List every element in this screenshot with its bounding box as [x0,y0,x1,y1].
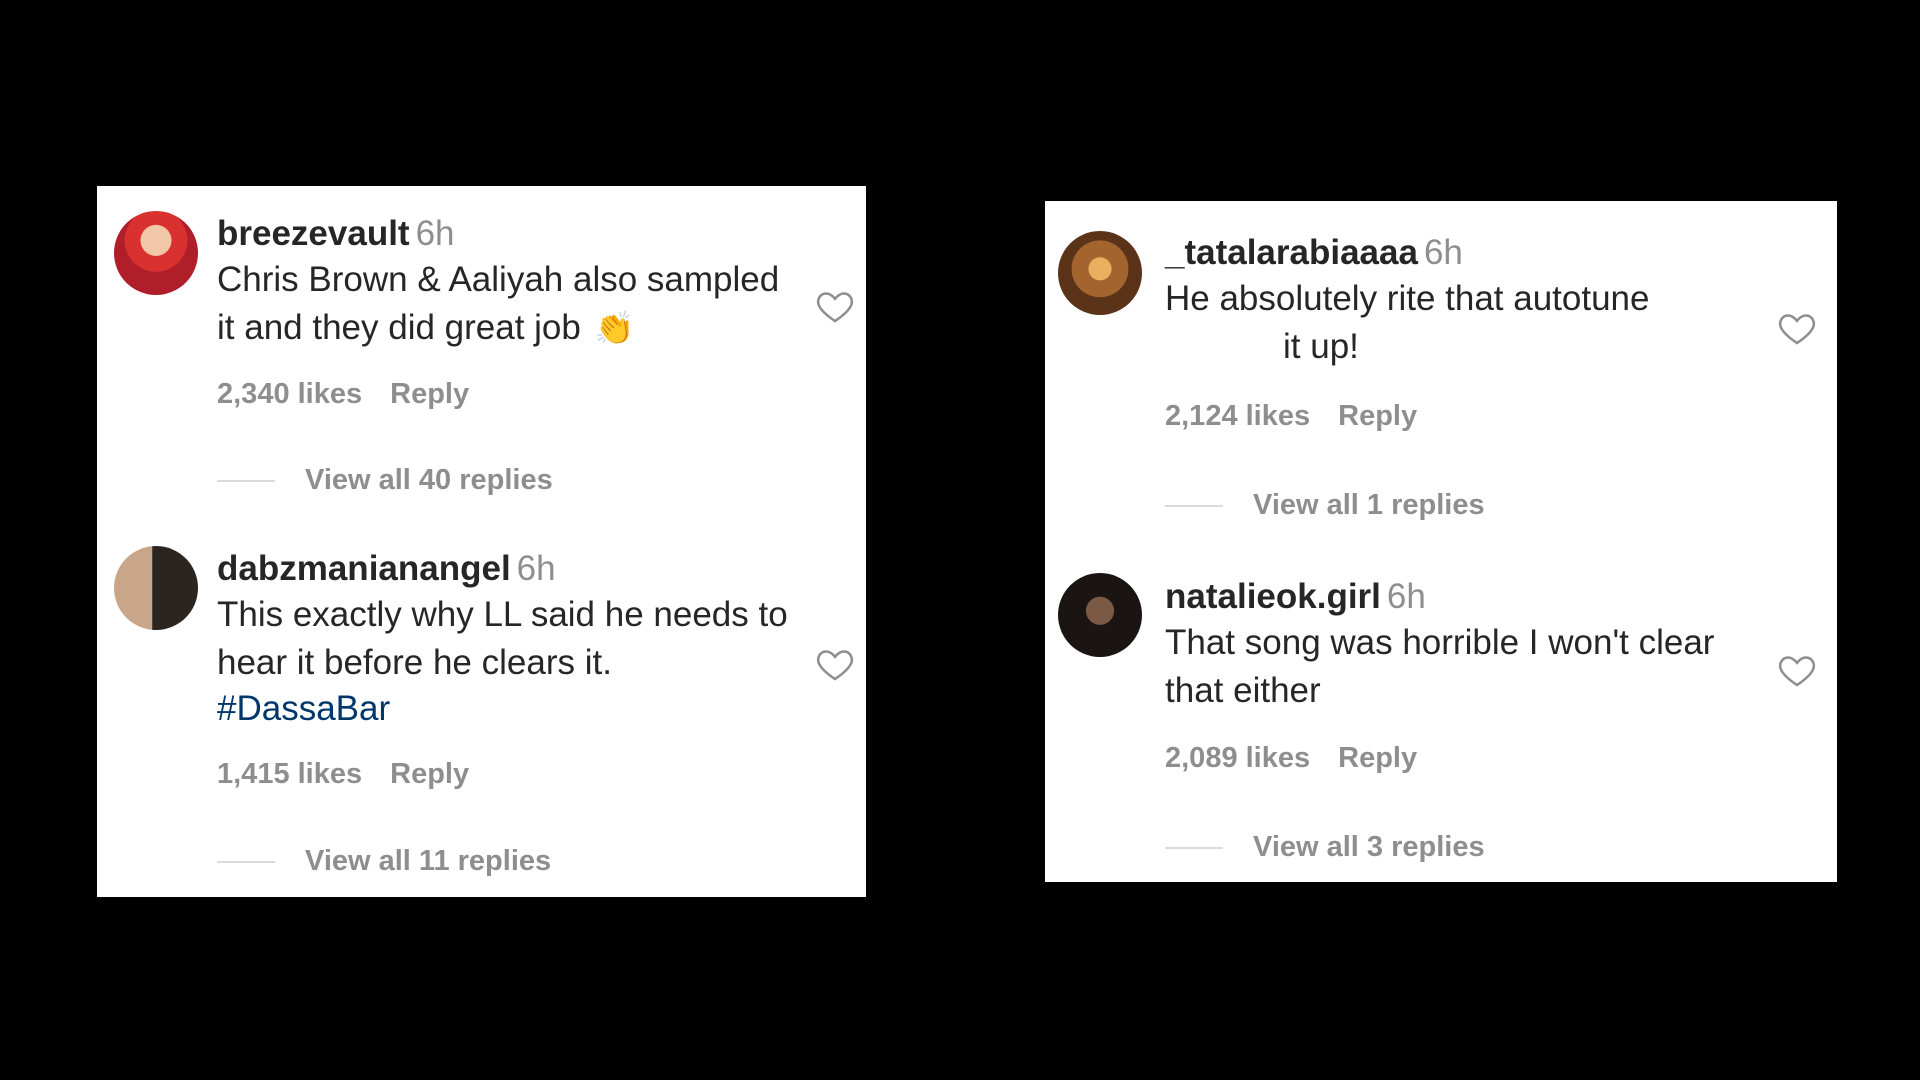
likes-count: 2,124 likes [1165,400,1311,432]
view-replies-button[interactable]: View all 11 replies [217,845,551,878]
comments-panel-right: _tatalarabiaaaa 6h He absolutely rite tha… [1045,201,1837,882]
comment-text: This exactly why LL said he needs to hea… [217,595,788,682]
likes-count: 2,089 likes [1165,742,1311,774]
avatar[interactable] [1058,573,1142,657]
heart-icon[interactable] [814,644,856,684]
comments-panel-left: breezevault 6h Chris Brown & Aaliyah also… [97,186,866,897]
avatar[interactable] [114,546,198,630]
view-replies-button[interactable]: View all 1 replies [1165,489,1485,522]
reply-button[interactable]: Reply [1338,742,1417,774]
timestamp: 6h [1423,233,1463,272]
reply-button[interactable]: Reply [1338,400,1417,432]
timestamp: 6h [516,549,556,588]
comment-text: That song was horrible I won't clear tha… [1165,623,1715,710]
view-replies-button[interactable]: View all 40 replies [217,464,553,497]
likes-count: 2,340 likes [217,378,363,410]
heart-icon[interactable] [1776,650,1818,690]
timestamp: 6h [415,214,455,253]
heart-icon[interactable] [1776,308,1818,348]
hashtag-link[interactable]: #DassaBar [217,687,788,731]
divider-line [1165,846,1223,849]
username[interactable]: dabzmanianangel [217,549,511,588]
likes-count: 1,415 likes [217,758,363,790]
avatar[interactable] [1058,231,1142,315]
comment-text: He absolutely rite that autotune it up! [1165,279,1650,366]
heart-icon[interactable] [814,286,856,326]
divider-line [1165,504,1223,507]
username[interactable]: _tatalarabiaaaa [1165,233,1418,272]
view-replies-button[interactable]: View all 3 replies [1165,831,1485,864]
avatar[interactable] [114,211,198,295]
divider-line [217,860,275,863]
username[interactable]: breezevault [217,214,410,253]
reply-button[interactable]: Reply [390,758,469,790]
reply-button[interactable]: Reply [390,378,469,410]
timestamp: 6h [1386,577,1426,616]
username[interactable]: natalieok.girl [1165,577,1381,616]
comment-text: Chris Brown & Aaliyah also sampled it an… [217,256,779,352]
divider-line [217,479,275,482]
clapping-hands-emoji: 👏 [594,310,635,346]
